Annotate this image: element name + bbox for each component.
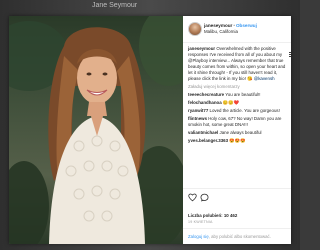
comment-username[interactable]: ryanwit77: [188, 108, 208, 113]
comment-username[interactable]: valiantmichael: [188, 130, 218, 135]
view-more-comments-link[interactable]: Załaduj więcej komentarzy: [188, 84, 288, 90]
login-link[interactable]: Zaloguj się: [188, 234, 209, 239]
login-prompt: Zaloguj się, aby polubić albo skomentowa…: [183, 228, 291, 245]
separator-dot: •: [233, 23, 235, 28]
post-modal: janeseymour•Obserwuj Malibu, California …: [9, 16, 291, 244]
caption-hashtag[interactable]: @kavensh: [254, 76, 275, 81]
post-date: 19 KWIETNIA: [188, 220, 213, 224]
comment-text: Loved the article. You are gorgeous!: [209, 108, 280, 113]
more-options-icon[interactable]: [288, 51, 292, 59]
comment-item: valiantmichael Jane always beautiful: [188, 130, 288, 136]
caption: janeseymour Overwhelmed with the positiv…: [188, 46, 288, 82]
author-username[interactable]: janeseymour: [204, 23, 232, 28]
comment-text: 😍😍😍: [229, 138, 246, 143]
comment-username[interactable]: teeeechecreature: [188, 92, 224, 97]
likes-count[interactable]: Liczba polubień: 10 462: [188, 213, 237, 218]
comment-username[interactable]: flintnews: [188, 116, 207, 121]
comment-username[interactable]: felochandhanoa: [188, 100, 222, 105]
comment-username[interactable]: yves.belanger.3363: [188, 138, 228, 143]
post-actions: [183, 188, 291, 203]
comment-icon[interactable]: [200, 193, 209, 202]
login-prompt-text: , aby polubić albo skomentować.: [208, 234, 271, 239]
comment-text: 😊😊❤️: [222, 100, 240, 105]
caption-username[interactable]: janeseymour: [188, 46, 215, 51]
heart-icon[interactable]: [188, 193, 197, 202]
comment-item: yves.belanger.3363 😍😍😍: [188, 138, 288, 144]
comment-item: ryanwit77 Loved the article. You are gor…: [188, 108, 288, 114]
comments-area: janeseymour Overwhelmed with the positiv…: [188, 46, 288, 144]
post-location[interactable]: Malibu, California: [204, 29, 238, 34]
comment-item: felochandhanoa 😊😊❤️: [188, 100, 288, 106]
comment-text: Jane always beautiful: [219, 130, 262, 135]
comment-text: You are beautiful!!: [225, 92, 261, 97]
post-photo: [9, 16, 183, 244]
comment-item: flintnews Holy cow, 67? No way! Damn you…: [188, 116, 288, 128]
follow-button[interactable]: Obserwuj: [236, 23, 257, 28]
post-header: janeseymour•Obserwuj Malibu, California: [183, 16, 291, 43]
avatar[interactable]: [188, 22, 202, 36]
backdrop-title: Jane Seymour: [92, 2, 138, 9]
post-side-panel: janeseymour•Obserwuj Malibu, California …: [183, 16, 291, 244]
post-author: janeseymour•Obserwuj: [204, 23, 257, 28]
comment-item: teeeechecreature You are beautiful!!: [188, 92, 288, 98]
